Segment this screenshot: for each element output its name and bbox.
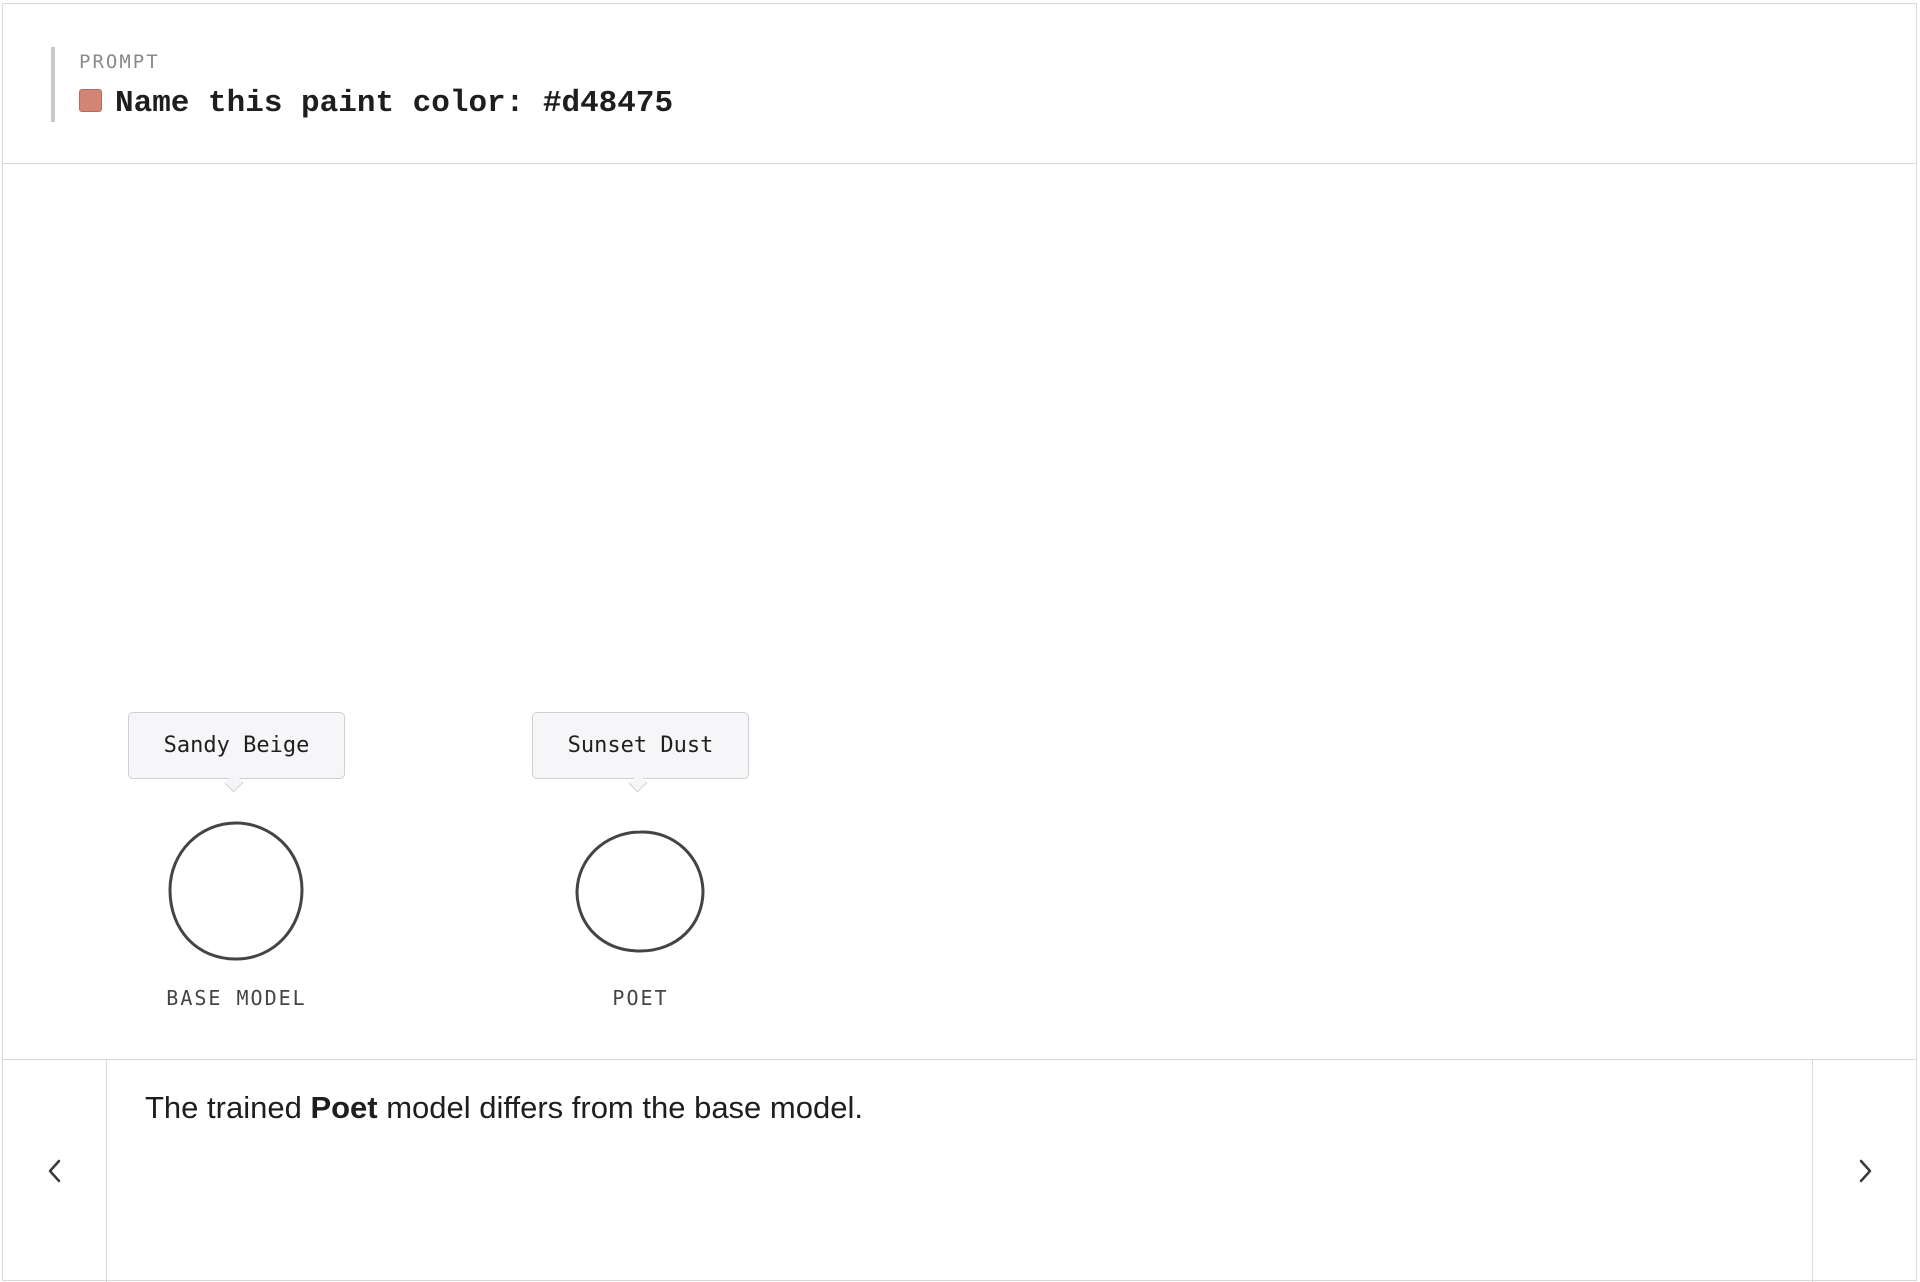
prompt-panel: PROMPT Name this paint color: #d48475 — [3, 4, 1916, 164]
next-button[interactable] — [1812, 1060, 1916, 1282]
demo-card: PROMPT Name this paint color: #d48475 Sa… — [2, 3, 1917, 1282]
answer-text-poet: Sunset Dust — [567, 733, 714, 758]
model-base: Sandy Beige BASE MODEL — [128, 712, 348, 1032]
caption-before: The trained — [145, 1090, 311, 1125]
model-label-base: BASE MODEL — [166, 986, 307, 1010]
caption-text: The trained Poet model differs from the … — [145, 1090, 863, 1126]
answer-text-base: Sandy Beige — [163, 733, 310, 758]
prompt-label: PROMPT — [79, 51, 160, 73]
color-swatch — [79, 89, 102, 112]
chevron-right-icon — [1859, 1159, 1871, 1183]
answer-bubble-base: Sandy Beige — [128, 712, 345, 779]
prompt-text: Name this paint color: #d48475 — [115, 86, 674, 121]
chevron-left-icon — [48, 1159, 60, 1183]
circle-outline-icon — [575, 830, 705, 953]
model-comparison-stage: Sandy Beige BASE MODEL Sunset Dust POET — [3, 164, 1916, 1059]
caption-footer: The trained Poet model differs from the … — [3, 1059, 1916, 1282]
caption-highlight: Poet — [310, 1090, 378, 1125]
model-label-poet: POET — [612, 986, 669, 1010]
previous-button[interactable] — [3, 1060, 107, 1282]
prompt-accent-bar — [51, 47, 55, 122]
caption-after: model differs from the base model. — [377, 1090, 863, 1125]
answer-bubble-poet: Sunset Dust — [532, 712, 749, 779]
circle-outline-icon — [168, 821, 304, 961]
model-poet: Sunset Dust POET — [532, 712, 752, 1032]
